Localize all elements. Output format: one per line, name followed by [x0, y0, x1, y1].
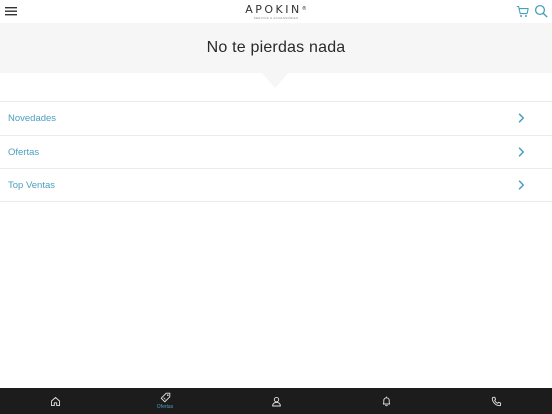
- nav-contact[interactable]: [476, 388, 516, 414]
- list-item-ofertas[interactable]: Ofertas: [0, 134, 552, 169]
- nav-account[interactable]: [256, 388, 296, 414]
- tag-icon: [160, 392, 170, 403]
- list-item-label: Ofertas: [8, 146, 40, 158]
- list-item-top-ventas[interactable]: Top Ventas: [0, 168, 552, 203]
- nav-home[interactable]: [35, 388, 75, 414]
- promo-banner: No te pierdas nada: [0, 23, 552, 73]
- list-item-label: Novedades: [8, 112, 57, 124]
- chevron-right-icon: [518, 180, 525, 190]
- list-item-novedades[interactable]: Novedades: [0, 101, 552, 135]
- list-item-label: Top Ventas: [8, 179, 56, 191]
- brand-logo[interactable]: APOKIN® SERVICE & ACCESSORIES: [0, 4, 552, 20]
- chevron-right-icon: [518, 113, 525, 123]
- logo-text: APOKIN®: [245, 3, 307, 16]
- cart-icon[interactable]: [516, 5, 529, 18]
- nav-ofertas[interactable]: Ofertas: [145, 388, 185, 414]
- top-bar: APOKIN® SERVICE & ACCESSORIES: [0, 0, 552, 23]
- nav-label-ofertas: Ofertas: [156, 404, 174, 410]
- nav-notifications[interactable]: [366, 388, 406, 414]
- bottom-nav: Ofertas: [0, 388, 552, 414]
- user-icon: [271, 396, 281, 406]
- home-icon: [50, 396, 60, 406]
- chevron-right-icon: [518, 147, 525, 157]
- logo-tagline: SERVICE & ACCESSORIES: [253, 16, 299, 20]
- search-icon[interactable]: [534, 4, 548, 18]
- app-screen: APOKIN® SERVICE & ACCESSORIES No te pier…: [0, 0, 552, 414]
- banner-title: No te pierdas nada: [206, 39, 346, 56]
- category-list: Novedades Ofertas Top Ventas: [0, 101, 552, 203]
- bell-icon: [382, 396, 390, 406]
- phone-icon: [491, 396, 501, 406]
- banner-pointer: [262, 73, 288, 88]
